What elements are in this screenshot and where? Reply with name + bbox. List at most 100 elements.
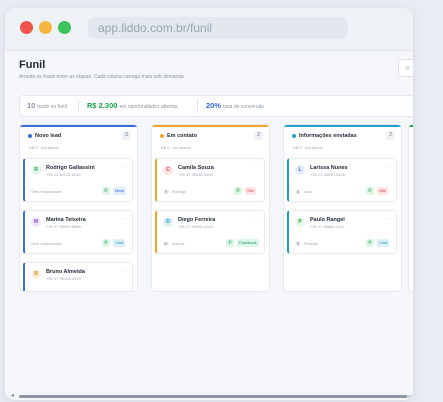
source-tag: Meta	[113, 291, 126, 292]
owner-name: Marina	[172, 241, 185, 247]
lead-phone: +55 21 98530-5428	[310, 172, 345, 177]
stat-label: taxa de conversão	[223, 104, 264, 110]
lead-owner: A Ana	[295, 189, 311, 195]
horizontal-scrollbar-thumb[interactable]	[19, 395, 407, 398]
card-menu-icon[interactable]: ⋯	[254, 164, 259, 170]
owner-name: Ana	[304, 189, 312, 195]
card-menu-icon[interactable]: ⋯	[254, 216, 259, 222]
card-menu-icon[interactable]: ⋯	[122, 164, 127, 170]
lead-name: Camila Souza	[178, 165, 214, 171]
source-tag: Chat	[377, 239, 390, 247]
lead-card[interactable]: R Rodrigo Gallassini +55 11 98135-6240 ⋯ Sem…	[23, 158, 133, 202]
lead-card[interactable]: M Marina Teixeira +55 47 98999-8866 ⋯ Sem re…	[23, 210, 133, 254]
lead-card[interactable]: D Diego Ferreira +55 47 98636-4049 ⋯ M Marina…	[155, 210, 265, 254]
avatar: R	[31, 165, 41, 175]
owner-avatar: R	[163, 189, 169, 195]
whatsapp-icon[interactable]: ✆	[102, 291, 110, 292]
close-window-button[interactable]	[20, 21, 33, 34]
column-accent	[20, 125, 137, 127]
column-summary: R$ 0 · em aberto	[161, 145, 192, 150]
kanban-column[interactable]: Novo lead 3 R$ 0 · em aberto R Rodrigo Galla…	[19, 124, 138, 292]
lead-owner: R Rodrigo	[163, 189, 186, 195]
column-count-badge: 3	[122, 131, 131, 140]
source-tag: Facebook	[237, 239, 259, 247]
stats-bar: 10 leads no funil R$ 2.300 em oportunidade…	[19, 95, 413, 117]
lead-card[interactable]: BBruno Almeida+55 47 98128-4049⋯AAna✆Met…	[23, 262, 133, 292]
source-tag: Site	[377, 187, 388, 195]
stat-label: leads no funil	[37, 104, 67, 110]
lead-phone: +55 47 98128-4049	[46, 276, 81, 281]
lead-name: Rodrigo Gallassini	[46, 165, 95, 171]
column-summary: R$ 0 · em aberto	[29, 145, 60, 150]
lead-name: Larissa Nunes	[310, 165, 348, 171]
avatar: B	[31, 269, 41, 279]
owner-avatar: R	[295, 241, 301, 247]
kanban-column[interactable]: Em contato 2 R$ 0 · em aberto C Camila Souza…	[151, 124, 270, 292]
owner-name: Rodrigo	[172, 189, 187, 195]
lead-name: Marina Teixeira	[46, 217, 86, 223]
browser-titlebar: app.liddo.com.br/funil	[5, 8, 413, 51]
column-summary: R$ 0 · em aberto	[293, 145, 324, 150]
owner-avatar: A	[295, 189, 301, 195]
whatsapp-icon[interactable]: ✆	[234, 187, 242, 195]
card-menu-icon[interactable]: ⋯	[122, 268, 127, 274]
kanban-column[interactable]: Informações enviadas 2 R$ 0 · em aberto L La…	[283, 124, 402, 292]
lead-card[interactable]: C Camila Souza +55 47 98636-4049 ⋯ R Rodrigo ✆…	[155, 158, 265, 202]
source-tag: Meta	[113, 187, 126, 195]
lead-phone: +55 47 98636-4049	[178, 224, 213, 229]
owner-avatar: M	[163, 241, 169, 247]
funnel-page: Funil Arraste os leads entre as etapas. …	[5, 51, 413, 400]
column-dot	[292, 133, 296, 138]
column-dot	[160, 133, 164, 138]
maximize-window-button[interactable]	[58, 21, 71, 34]
stat-value: 10	[27, 101, 36, 110]
minimize-window-button[interactable]	[39, 21, 52, 34]
lead-owner: Sem responsável	[31, 241, 62, 246]
source-tag: Chat	[113, 239, 126, 247]
column-count-badge: 2	[254, 131, 263, 140]
lead-card[interactable]: P Paulo Rangel +55 21 98866-1102 ⋯ R Rodrigo ✆…	[287, 210, 397, 254]
scroll-left-arrow-icon[interactable]: ◂	[11, 392, 14, 399]
address-bar[interactable]: app.liddo.com.br/funil	[88, 17, 348, 39]
card-menu-icon[interactable]: ⋯	[386, 164, 391, 170]
whatsapp-icon[interactable]: ✆	[102, 187, 110, 195]
whatsapp-icon[interactable]: ✆	[102, 239, 110, 247]
avatar: L	[295, 165, 305, 175]
owner-name: Rodrigo	[304, 241, 319, 247]
stat-value: R$ 2.300	[87, 101, 118, 110]
owner-name: Sem responsável	[31, 241, 62, 246]
lead-card[interactable]: L Larissa Nunes +55 21 98530-5428 ⋯ A Ana ✆ Sit…	[287, 158, 397, 202]
column-count-badge: 2	[386, 131, 395, 140]
stat-conversion: 20% taxa de conversão	[206, 96, 264, 117]
search-icon[interactable]: ⌕	[398, 59, 413, 77]
lead-owner: Sem responsável	[31, 189, 62, 194]
whatsapp-icon[interactable]: ✆	[226, 239, 234, 247]
stat-opportunities: R$ 2.300 em oportunidades abertas	[87, 96, 178, 117]
column-dot	[28, 133, 32, 138]
lead-phone: +55 47 98636-4049	[178, 172, 213, 177]
page-subtitle: Arraste os leads entre as etapas. Cada c…	[19, 74, 186, 80]
column-title: Informações enviadas	[292, 133, 357, 139]
browser-window: app.liddo.com.br/funil Funil Arraste os …	[5, 8, 413, 400]
card-menu-icon[interactable]: ⋯	[386, 216, 391, 222]
lead-phone: +55 21 98866-1102	[310, 224, 345, 229]
card-menu-icon[interactable]: ⋯	[122, 216, 127, 222]
lead-phone: +55 47 98999-8866	[46, 224, 81, 229]
lead-owner: R Rodrigo	[295, 241, 318, 247]
whatsapp-icon[interactable]: ✆	[366, 239, 374, 247]
whatsapp-icon[interactable]: ✆	[366, 187, 374, 195]
owner-name: Sem responsável	[31, 189, 62, 194]
page-title: Funil	[19, 59, 46, 71]
stat-value: 20%	[206, 101, 222, 110]
lead-name: Bruno Almeida	[46, 269, 85, 275]
kanban-column-peek[interactable]	[408, 124, 413, 292]
lead-owner: M Marina	[163, 241, 184, 247]
avatar: P	[295, 217, 305, 227]
stat-label: em oportunidades abertas	[119, 104, 178, 110]
column-title: Em contato	[160, 133, 197, 139]
column-accent	[284, 125, 401, 127]
lead-phone: +55 11 98135-6240	[46, 172, 81, 177]
source-tag: Site	[245, 187, 256, 195]
avatar: M	[31, 217, 41, 227]
lead-name: Diego Ferreira	[178, 217, 216, 223]
